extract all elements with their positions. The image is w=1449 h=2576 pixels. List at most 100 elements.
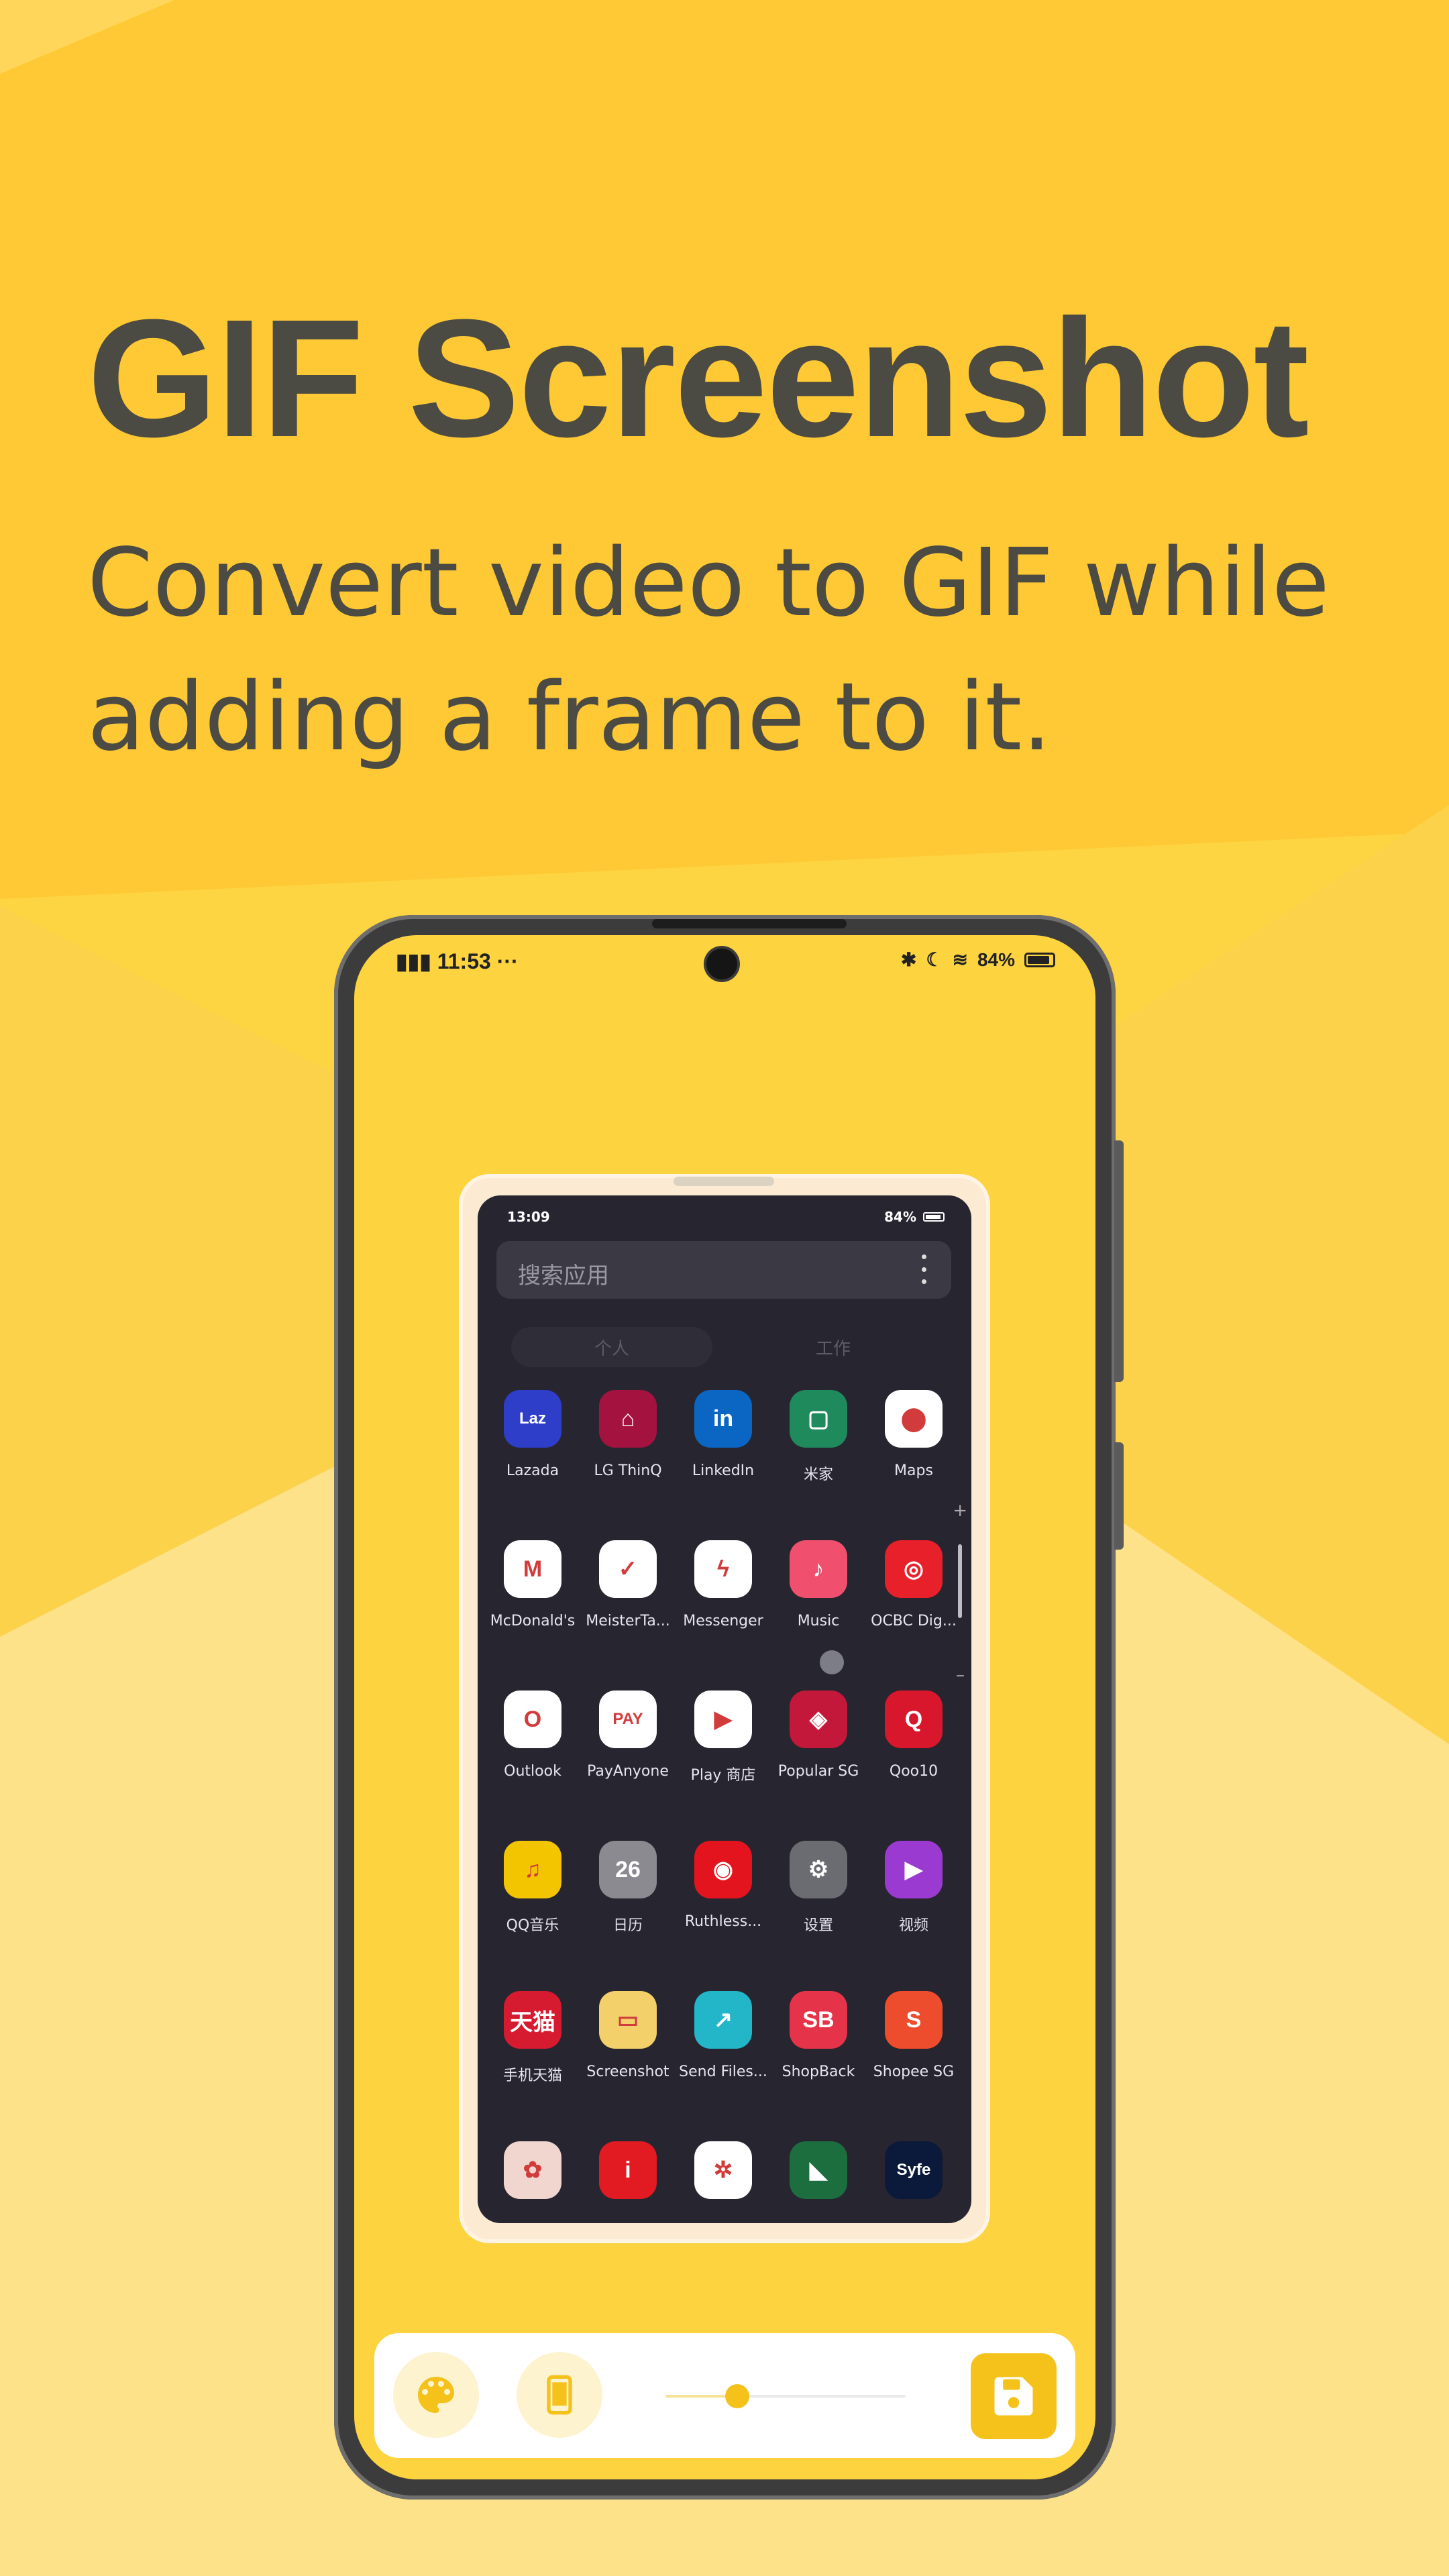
phone-screen: ▮▮▮ 11:53 ··· ✱ ☾ ≋ 84% 13:09 84% 搜索应用 个… <box>354 935 1095 2479</box>
frame-preview[interactable]: 13:09 84% 搜索应用 个人 工作 Laz Lazada ⌂ LG ThinQ i… <box>463 1177 986 2239</box>
save-button[interactable] <box>971 2353 1057 2439</box>
app-label: Outlook <box>504 1763 561 1780</box>
payanyone-icon: PAY <box>599 1690 657 1748</box>
app-item[interactable]: ↗ Send Files... <box>676 1991 770 2125</box>
app-item[interactable]: 26 日历 <box>581 1841 675 1975</box>
inner-status-bar: 13:09 84% <box>478 1195 971 1236</box>
app-label: MeisterTa... <box>586 1613 670 1629</box>
app-item[interactable]: ▶ Play 商店 <box>676 1690 770 1825</box>
more-dots: ··· <box>496 949 519 973</box>
app-item[interactable]: Laz Lazada <box>486 1390 580 1524</box>
app-label: 视频 <box>898 1917 928 1934</box>
app-label: QQ音乐 <box>506 1917 559 1934</box>
battery-icon <box>1024 952 1055 967</box>
app-item[interactable]: ◎ OCBC Dig... <box>867 1540 961 1674</box>
shopback-icon: SB <box>790 1991 847 2049</box>
power-button <box>1114 1442 1124 1550</box>
signal-icon: ▮▮▮ <box>396 949 431 973</box>
app-item[interactable]: ✿ <box>486 2141 580 2223</box>
app-label: Qoo10 <box>889 1763 938 1780</box>
app-item[interactable]: PAY PayAnyone <box>581 1690 675 1825</box>
popular-icon: ◈ <box>790 1690 847 1748</box>
screenshot-icon: ▭ <box>599 1991 657 2049</box>
search-placeholder: 搜索应用 <box>518 1263 609 1289</box>
app-item[interactable]: ⌂ LG ThinQ <box>581 1390 675 1524</box>
app-label: Send Files... <box>679 2063 767 2080</box>
app-item[interactable]: 天猫 手机天猫 <box>486 1991 580 2125</box>
app-item[interactable]: ✓ MeisterTa... <box>581 1540 675 1674</box>
video-icon: ▶ <box>885 1841 943 1898</box>
app-item[interactable]: S Shopee SG <box>867 1991 961 2125</box>
share-network-icon: ✲ <box>694 2141 752 2199</box>
app-label: McDonald's <box>490 1613 576 1629</box>
volume-button <box>1114 1140 1124 1382</box>
app-item[interactable]: ϟ Messenger <box>676 1540 770 1674</box>
app-label: LG ThinQ <box>594 1462 662 1479</box>
battery-percent: 84% <box>977 949 1015 970</box>
inner-battery-icon <box>923 1212 945 1222</box>
app-label: 日历 <box>612 1917 643 1934</box>
app-label: Shopee SG <box>873 2063 955 2080</box>
moon-icon: ☾ <box>926 949 943 970</box>
app-item[interactable]: ◉ Ruthless... <box>676 1841 770 1975</box>
shopee-icon: S <box>885 1991 943 2049</box>
tab-work[interactable]: 工作 <box>753 1327 914 1367</box>
syfe-icon: Syfe <box>885 2141 943 2199</box>
status-bar: ▮▮▮ 11:53 ··· ✱ ☾ ≋ 84% <box>354 935 1095 989</box>
app-search-bar[interactable]: 搜索应用 <box>496 1241 951 1299</box>
app-item[interactable]: Syfe <box>867 2141 961 2223</box>
app-label: 手机天猫 <box>502 2068 562 2084</box>
ruthless-icon: ◉ <box>694 1841 752 1898</box>
app-item[interactable]: ♫ QQ音乐 <box>486 1841 580 1975</box>
play-store-icon: ▶ <box>694 1690 752 1748</box>
device-frame-button[interactable] <box>517 2352 602 2438</box>
scroll-minus-icon: – <box>956 1665 965 1685</box>
palette-button[interactable] <box>393 2352 479 2438</box>
app-label: OCBC Dig... <box>871 1613 957 1629</box>
app-item[interactable]: ◣ <box>771 2141 865 2223</box>
app-item[interactable]: ⬤ Maps <box>867 1390 961 1524</box>
speed-slider-thumb[interactable] <box>725 2384 750 2408</box>
app-item[interactable]: ♪ Music <box>771 1540 865 1674</box>
lg-thinq-icon: ⌂ <box>599 1390 657 1448</box>
app-item[interactable]: ◈ Popular SG <box>771 1690 865 1825</box>
bluetooth-icon: ✱ <box>900 949 917 970</box>
music-icon: ♪ <box>790 1540 847 1598</box>
meistertask-icon: ✓ <box>599 1540 657 1598</box>
info-icon: i <box>599 2141 657 2199</box>
app-label: Play 商店 <box>690 1767 756 1784</box>
app-label: PayAnyone <box>587 1763 669 1780</box>
scroll-plus-icon: + <box>953 1501 967 1521</box>
app-item[interactable]: Q Qoo10 <box>867 1690 961 1825</box>
tab-personal[interactable]: 个人 <box>511 1327 712 1367</box>
green-app-icon: ◣ <box>790 2141 847 2199</box>
qq-music-icon: ♫ <box>504 1841 561 1898</box>
app-item[interactable]: M McDonald's <box>486 1540 580 1674</box>
app-item[interactable]: ▢ 米家 <box>771 1390 865 1524</box>
phone-frame-icon <box>547 2375 572 2415</box>
lazada-icon: Laz <box>504 1390 561 1448</box>
subline: Convert video to GIF while adding a fram… <box>87 529 1330 772</box>
app-item[interactable]: ▭ Screenshot <box>581 1991 675 2125</box>
phone-speaker <box>652 919 847 928</box>
bottom-toolbar <box>374 2333 1075 2458</box>
drawer-tabs: 个人 工作 <box>511 1327 941 1367</box>
app-label: 米家 <box>803 1466 833 1483</box>
outlook-icon: O <box>504 1690 561 1748</box>
app-item[interactable]: SB ShopBack <box>771 1991 865 2125</box>
app-item[interactable]: in LinkedIn <box>676 1390 770 1524</box>
app-item[interactable]: ✲ <box>676 2141 770 2223</box>
app-item[interactable]: ⚙ 设置 <box>771 1841 865 1975</box>
scroll-indicator[interactable] <box>958 1544 962 1618</box>
app-item[interactable]: O Outlook <box>486 1690 580 1825</box>
calendar-icon: 26 <box>599 1841 657 1898</box>
more-vert-icon[interactable] <box>920 1254 927 1284</box>
app-item[interactable]: i <box>581 2141 675 2223</box>
app-label: Messenger <box>683 1613 763 1629</box>
ocbc-icon: ◎ <box>885 1540 943 1598</box>
app-item[interactable]: ▶ 视频 <box>867 1841 961 1975</box>
save-icon <box>994 2377 1033 2416</box>
touch-indicator <box>820 1650 844 1674</box>
inner-battery-percent: 84% <box>884 1209 916 1225</box>
app-label: ShopBack <box>782 2063 855 2080</box>
